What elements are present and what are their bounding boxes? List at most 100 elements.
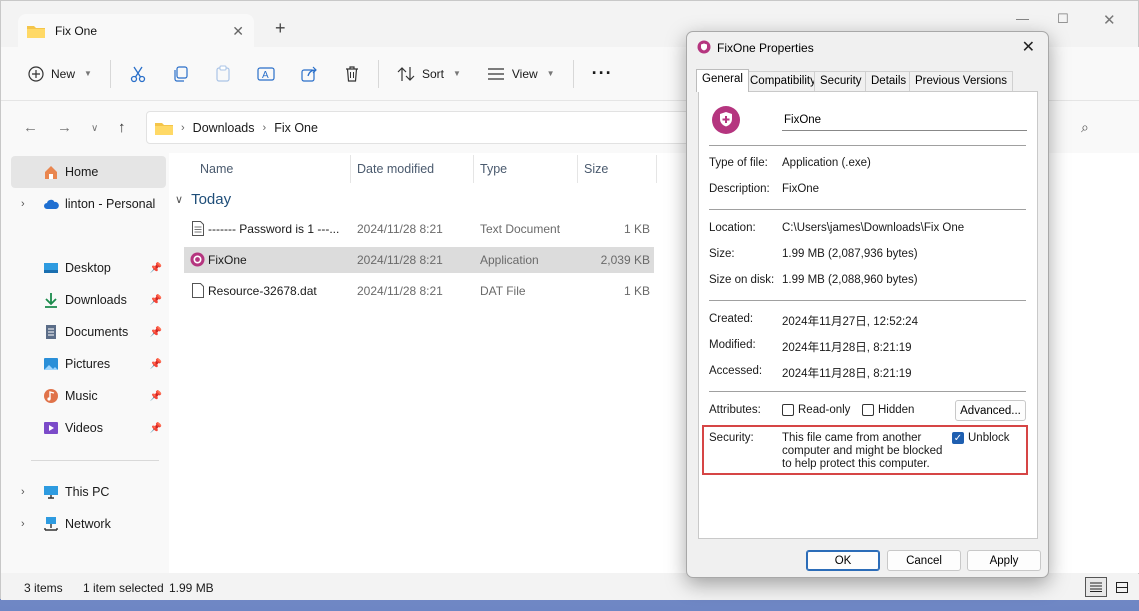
close-dialog-button[interactable]: ✕ [1022,37,1035,57]
hidden-checkbox[interactable]: Hidden [862,404,914,416]
checkbox-box[interactable] [862,404,874,416]
maximize-button[interactable]: ☐ [1057,11,1069,27]
share-button[interactable] [301,66,318,82]
sidebar-item-videos[interactable]: Videos 📌 [11,412,166,444]
sort-button[interactable]: Sort ▼ [397,66,461,82]
chevron-right-icon[interactable]: › [21,486,25,498]
sidebar-item-downloads[interactable]: Downloads 📌 [11,284,166,316]
modified-label: Modified: [709,339,756,351]
sidebar-item-onedrive[interactable]: › linton - Personal [11,188,166,220]
documents-icon [46,325,56,339]
breadcrumb-downloads[interactable]: Downloads [193,121,255,135]
description-value: FixOne [782,183,820,195]
unblock-checkbox[interactable]: ✓ Unblock [952,432,1010,444]
up-button[interactable]: ↑ [118,119,126,136]
file-type: Text Document [480,222,561,236]
rename-button[interactable]: A [257,66,275,82]
apply-button[interactable]: Apply [967,550,1041,571]
file-name: Resource-32678.dat [208,284,317,298]
new-button[interactable]: New ▼ [28,65,92,82]
status-size: 1.99 MB [169,581,214,595]
sidebar-item-network[interactable]: › Network [11,508,166,540]
dialog-title: FixOne Properties [717,41,814,55]
navigation-pane: Home › linton - Personal Desktop 📌 Downl… [1,153,169,573]
type-value: Application (.exe) [782,157,871,169]
forward-button[interactable]: → [57,119,72,136]
share-icon [301,66,317,82]
pin-icon[interactable]: 📌 [150,327,162,338]
chevron-down-icon: ▼ [84,69,92,78]
pin-icon[interactable]: 📌 [150,423,162,434]
column-divider[interactable] [350,155,351,183]
view-label: View [511,66,538,81]
tab-details[interactable]: Details [865,71,913,91]
column-header-date[interactable]: Date modified [357,162,434,176]
readonly-checkbox[interactable]: Read-only [782,404,850,416]
column-header-size[interactable]: Size [584,162,608,176]
copy-icon [174,65,188,82]
created-value: 2024年11月27日, 12:52:24 [782,316,918,328]
close-window-button[interactable]: ✕ [1103,11,1116,29]
sidebar-item-pictures[interactable]: Pictures 📌 [11,348,166,380]
file-type: Application [480,253,539,267]
sidebar-item-this-pc[interactable]: › This PC [11,476,166,508]
checkmark-icon[interactable]: ✓ [952,432,964,444]
pin-icon[interactable]: 📌 [150,391,162,402]
sidebar-item-desktop[interactable]: Desktop 📌 [11,252,166,284]
paste-button[interactable] [215,65,231,82]
type-label: Type of file: [709,157,768,169]
chevron-down-icon: ∨ [175,194,184,206]
sidebar-item-documents[interactable]: Documents 📌 [11,316,166,348]
sidebar-divider [31,460,159,461]
close-tab-icon[interactable]: ✕ [232,23,244,40]
tab-general[interactable]: General [696,69,749,92]
new-tab-button[interactable]: + [275,18,286,39]
details-view-button[interactable] [1085,577,1107,597]
chevron-right-icon[interactable]: › [21,198,25,210]
tab-previous-versions[interactable]: Previous Versions [909,71,1014,91]
explorer-tab[interactable]: Fix One ✕ [18,14,254,47]
sidebar-item-home[interactable]: Home [11,156,166,188]
cut-button[interactable] [129,65,147,83]
column-divider[interactable] [577,155,578,183]
tab-security[interactable]: Security [814,71,868,91]
dat-file-icon [192,283,204,298]
tab-compatibility[interactable]: Compatibility [744,71,822,91]
column-divider[interactable] [656,155,657,183]
column-header-type[interactable]: Type [480,162,507,176]
ok-button[interactable]: OK [806,550,880,571]
tiles-view-button[interactable] [1111,577,1133,597]
table-row[interactable]: FixOne 2024/11/28 8:21 Application 2,039… [184,247,654,273]
chevron-right-icon[interactable]: › [21,518,25,530]
sidebar-item-music[interactable]: Music 📌 [11,380,166,412]
recent-locations-button[interactable]: ∨ [91,123,98,134]
column-header-name[interactable]: Name [200,162,233,176]
file-type: DAT File [480,284,526,298]
sidebar-item-label: Home [65,165,99,179]
pin-icon[interactable]: 📌 [150,263,162,274]
delete-button[interactable] [344,65,360,82]
table-row[interactable]: Resource-32678.dat 2024/11/28 8:21 DAT F… [184,278,654,304]
copy-button[interactable] [173,65,189,82]
search-icon[interactable]: ⌕ [1081,119,1089,136]
pin-icon[interactable]: 📌 [150,359,162,370]
toolbar-divider [377,59,379,88]
file-name-field[interactable] [782,109,1027,131]
home-icon [45,166,57,179]
breadcrumb-fix-one[interactable]: Fix One [274,121,318,135]
cancel-button[interactable]: Cancel [887,550,961,571]
view-button[interactable]: View ▼ [487,67,555,81]
table-row[interactable]: ------- Password is 1 ---... 2024/11/28 … [184,216,654,242]
column-divider[interactable] [473,155,474,183]
minimize-button[interactable]: — [1016,11,1029,26]
back-button[interactable]: ← [23,119,38,136]
file-date: 2024/11/28 8:21 [357,284,443,298]
group-header-today[interactable]: ∨ Today [175,191,231,208]
checkbox-box[interactable] [782,404,794,416]
more-options-button[interactable]: ··· [592,63,613,84]
advanced-button[interactable]: Advanced... [955,400,1026,421]
address-bar[interactable]: › Downloads › Fix One [146,111,706,144]
status-selected: 1 item selected [83,581,164,595]
sidebar-item-label: Downloads [65,293,127,307]
pin-icon[interactable]: 📌 [150,295,162,306]
